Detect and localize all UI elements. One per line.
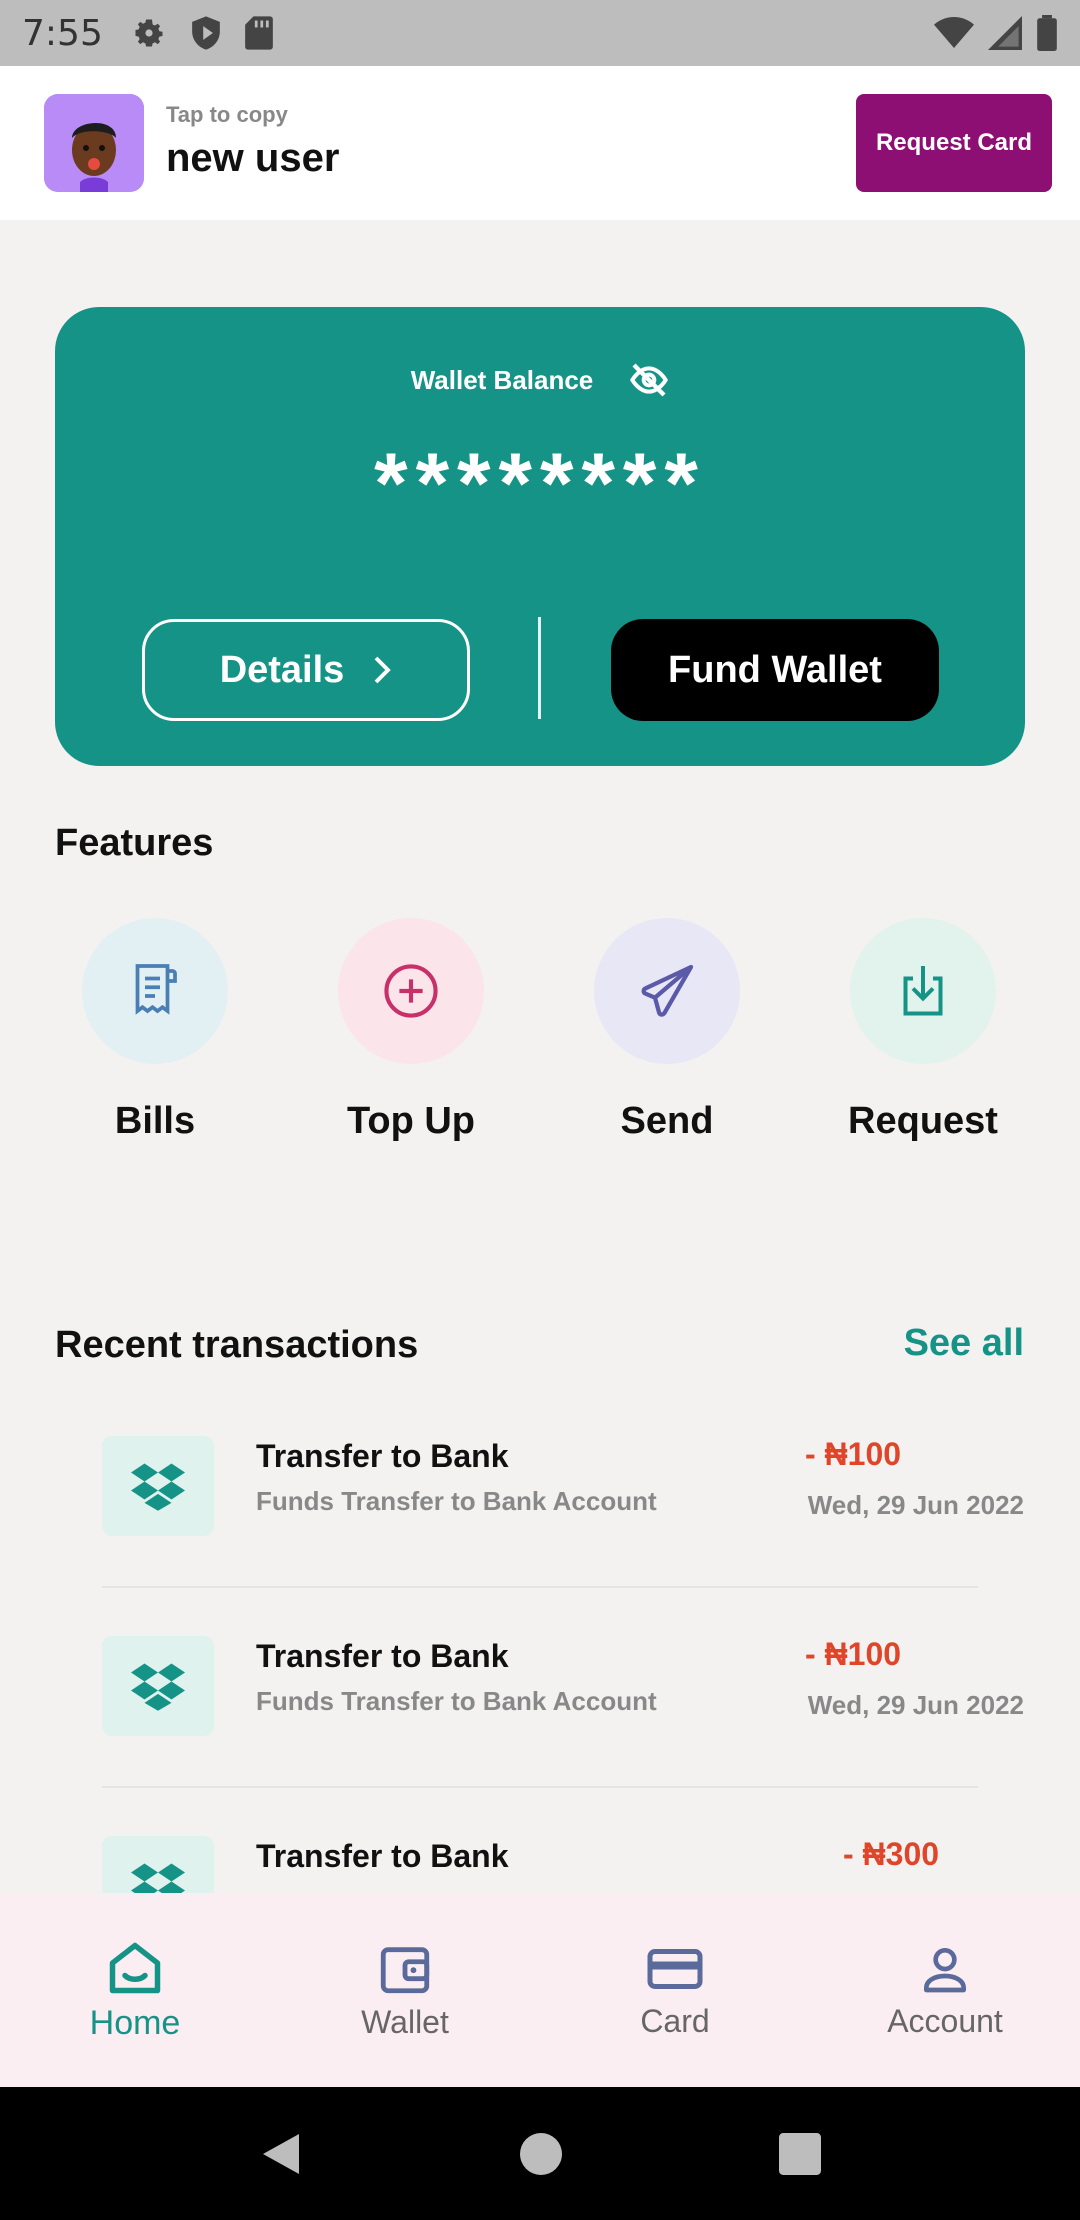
recents-icon[interactable] <box>779 2132 822 2175</box>
signal-icon <box>988 16 1022 50</box>
features-title: Features <box>55 822 214 864</box>
nav-card[interactable]: Card <box>540 1893 810 2087</box>
user-name[interactable]: new user <box>166 136 339 181</box>
details-button[interactable]: Details <box>142 619 470 721</box>
transaction-row[interactable]: Transfer to Bank - ₦300 <box>0 1836 1080 1893</box>
nav-label: Home <box>89 2003 181 2042</box>
transaction-row[interactable]: Transfer to Bank Funds Transfer to Bank … <box>0 1636 1080 1836</box>
home-circle-icon[interactable] <box>519 2132 562 2175</box>
back-icon[interactable] <box>259 2130 303 2178</box>
battery-icon <box>1037 15 1057 51</box>
bottom-nav: Home Wallet Card Account <box>0 1893 1080 2087</box>
system-nav-bar <box>0 2087 1080 2220</box>
divider <box>102 1586 978 1588</box>
avatar[interactable] <box>44 94 144 192</box>
transaction-icon-box <box>102 1636 214 1736</box>
home-icon <box>109 1942 161 1993</box>
feature-top-up[interactable]: Top Up <box>311 918 511 1143</box>
transaction-subtitle: Funds Transfer to Bank Account <box>256 1486 657 1516</box>
transaction-amount: - ₦300 <box>843 1836 940 1872</box>
feature-send[interactable]: Send <box>567 918 767 1143</box>
feature-circle <box>82 918 228 1064</box>
see-all-link[interactable]: See all <box>904 1322 1024 1365</box>
status-time: 7:55 <box>22 12 103 54</box>
fund-wallet-button[interactable]: Fund Wallet <box>611 619 939 721</box>
transaction-icon-box <box>102 1836 214 1893</box>
tap-to-copy-label[interactable]: Tap to copy <box>166 102 288 128</box>
chevron-right-icon <box>374 656 392 684</box>
transaction-icon-box <box>102 1436 214 1536</box>
dropbox-icon <box>131 1863 185 1893</box>
avatar-icon <box>44 94 144 192</box>
nav-label: Account <box>887 2002 1003 2039</box>
status-bar: 7:55 <box>0 0 1080 66</box>
sd-card-icon <box>244 16 273 50</box>
account-icon <box>924 1947 966 1992</box>
feature-circle <box>850 918 996 1064</box>
shield-icon <box>191 16 220 50</box>
wallet-icon <box>380 1946 430 1993</box>
recent-transactions-title: Recent transactions <box>55 1324 419 1366</box>
nav-account[interactable]: Account <box>810 1893 1080 2087</box>
wifi-icon <box>934 17 974 48</box>
nav-label: Wallet <box>361 2003 449 2040</box>
transaction-date: Wed, 29 Jun 2022 <box>807 1690 1024 1720</box>
wallet-divider <box>538 617 541 719</box>
feature-label: Top Up <box>346 1100 476 1142</box>
transaction-row[interactable]: Transfer to Bank Funds Transfer to Bank … <box>0 1436 1080 1636</box>
dropbox-icon <box>131 1463 185 1511</box>
divider <box>102 1786 978 1788</box>
feature-circle <box>338 918 484 1064</box>
transaction-amount: - ₦100 <box>805 1436 902 1472</box>
wallet-balance-amount: ******** <box>374 436 706 532</box>
feature-circle <box>594 918 740 1064</box>
feature-bills[interactable]: Bills <box>55 918 255 1143</box>
nav-label: Card <box>640 2002 710 2039</box>
nav-wallet[interactable]: Wallet <box>270 1893 540 2087</box>
eye-off-icon[interactable] <box>629 363 669 397</box>
feature-label: Bills <box>114 1100 196 1142</box>
transaction-amount: - ₦100 <box>805 1636 902 1672</box>
transaction-title: Transfer to Bank <box>256 1438 509 1474</box>
wallet-balance-label: Wallet Balance <box>410 364 594 395</box>
feature-label: Request <box>848 1100 998 1142</box>
transaction-title: Transfer to Bank <box>256 1638 509 1674</box>
transaction-date: Wed, 29 Jun 2022 <box>807 1490 1024 1520</box>
download-icon <box>903 966 943 1016</box>
plus-circle-icon <box>384 964 438 1018</box>
nav-home[interactable]: Home <box>0 1893 270 2087</box>
feature-request[interactable]: Request <box>823 918 1023 1143</box>
transaction-subtitle: Funds Transfer to Bank Account <box>256 1686 657 1716</box>
details-label: Details <box>219 648 345 691</box>
receipt-icon <box>135 964 177 1015</box>
dropbox-icon <box>131 1663 185 1711</box>
transaction-title: Transfer to Bank <box>256 1838 509 1874</box>
feature-label: Send <box>620 1100 714 1142</box>
app-header: Tap to copy new user Request Card <box>0 66 1080 220</box>
send-icon <box>641 964 694 1017</box>
wallet-card: Wallet Balance ******** Details Fund Wal… <box>55 307 1025 766</box>
card-icon <box>647 1948 703 1989</box>
request-card-button[interactable]: Request Card <box>856 94 1052 192</box>
gear-icon <box>135 19 163 47</box>
